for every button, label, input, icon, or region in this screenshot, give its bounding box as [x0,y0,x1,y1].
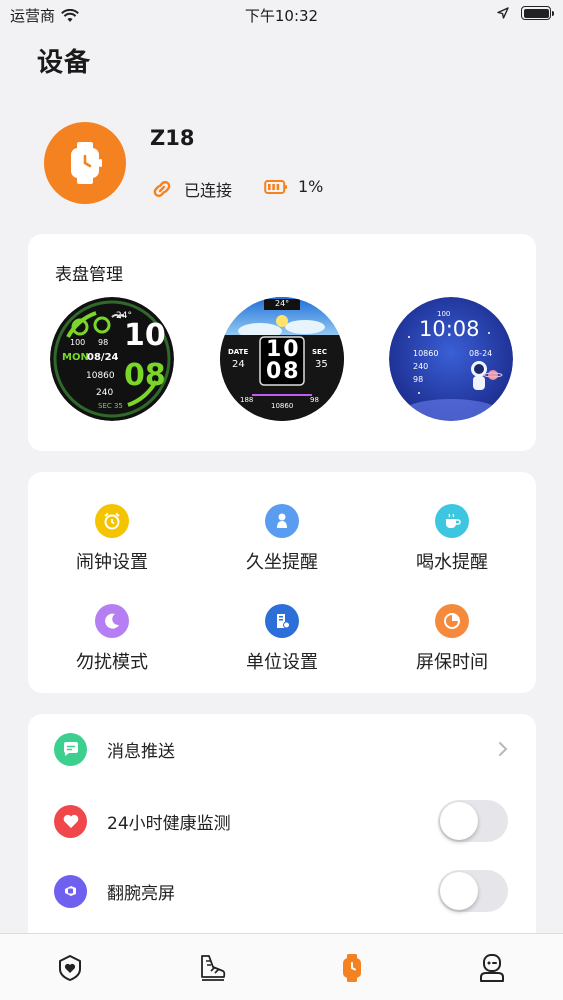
profile-icon [480,954,504,982]
watch-tab-icon [343,954,361,982]
unit-settings-label: 单位设置 [246,652,318,673]
face3-date: 08-24 [469,349,493,358]
do-not-disturb-button[interactable]: 勿扰模式 [42,604,182,674]
wrist-raise-label: 翻腕亮屏 [107,883,175,904]
moon-icon [95,604,129,638]
watch-face-card: 表盘管理 24° 100 98 10 08 MON 08/24 10860 24… [28,234,536,451]
location-arrow-icon [497,7,509,19]
face3-calories: 240 [413,362,429,371]
watch-icon [71,142,102,184]
battery-icon [264,179,287,194]
face2-right-val: 98 [310,396,319,404]
alarm-settings-label: 闹钟设置 [76,552,148,573]
face2-steps: 10860 [271,402,294,410]
face2-left-val: 188 [240,396,254,404]
sedentary-reminder-button[interactable]: 久坐提醒 [212,504,352,574]
screen-timeout-button[interactable]: 屏保时间 [382,604,522,674]
face1-calories: 240 [96,388,114,398]
status-bar: 运营商 下午10:32 [0,0,563,30]
do-not-disturb-label: 勿扰模式 [76,652,148,673]
face3-hr: 98 [413,375,424,384]
face1-date: 08/24 [87,352,119,363]
message-push-row[interactable]: 消息推送 [28,714,536,784]
face3-time: 10:08 [419,317,480,341]
device-avatar[interactable] [44,122,126,204]
face1-day: MON [62,352,89,363]
watch-face-3-art [389,297,513,421]
wrist-raise-row: 翻腕亮屏 [28,856,536,926]
device-name: Z18 [150,126,195,150]
tab-device[interactable] [332,951,372,985]
face1-seconds: SEC 35 [98,402,123,410]
status-battery-icon [521,6,554,20]
message-icon [54,732,87,766]
status-right [497,6,554,20]
face2-sec-label: SEC [312,348,327,356]
health-monitoring-row: 24小时健康监测 [28,786,536,856]
watch-face-1[interactable]: 24° 100 98 10 08 MON 08/24 10860 240 SEC… [50,297,174,421]
face2-sec: 35 [315,359,328,370]
connection-status: 已连接 [150,177,232,201]
face2-minute: 08 [266,359,301,384]
sitting-person-icon [265,504,299,538]
unit-settings-button[interactable]: 单位设置 [212,604,352,674]
face1-steps: 10860 [86,371,115,381]
alarm-settings-button[interactable]: 闹钟设置 [42,504,182,574]
sedentary-reminder-label: 久坐提醒 [246,552,318,573]
face2-hour: 10 [266,337,301,362]
function-grid-card: 闹钟设置 久坐提醒 喝水提醒 勿扰模式 单位设置 屏保时间 [28,472,536,693]
face2-date: 24 [232,359,245,370]
tab-health[interactable] [50,951,90,985]
face1-hr: 98 [98,338,109,347]
pie-timer-icon [435,604,469,638]
heart-icon [54,804,87,838]
watch-face-2[interactable]: 24° 10 08 DATE 24 SEC 35 188 10860 98 [220,297,344,421]
screen-timeout-label: 屏保时间 [416,652,488,673]
drink-reminder-label: 喝水提醒 [416,552,488,573]
health-monitoring-label: 24小时健康监测 [107,813,231,834]
face2-temp: 24° [275,299,290,308]
face1-o2: 100 [70,338,86,347]
wrist-raise-toggle[interactable] [438,870,508,912]
link-icon [153,180,171,198]
heart-shield-icon [59,955,81,981]
connection-label: 已连接 [184,181,233,200]
wrist-icon [54,874,87,908]
alarm-clock-icon [95,504,129,538]
watch-face-3[interactable]: 100 10:08 10860 08-24 240 98 [389,297,513,421]
shoe-icon [201,955,226,981]
watch-face-title: 表盘管理 [55,265,123,285]
page-title: 设备 [37,48,92,78]
coffee-cup-icon [435,504,469,538]
tab-bar [0,933,563,1000]
health-monitoring-toggle[interactable] [438,800,508,842]
drink-reminder-button[interactable]: 喝水提醒 [382,504,522,574]
face1-hour: 10 [124,318,166,353]
unit-building-icon [265,604,299,638]
battery-label: 1% [298,177,324,196]
tab-sport[interactable] [192,951,232,985]
face1-minute: 08 [124,358,166,393]
status-time: 下午10:32 [244,7,319,25]
message-push-label: 消息推送 [107,741,175,762]
tab-mine[interactable] [472,951,512,985]
face3-steps: 10860 [413,349,439,358]
chevron-right-icon [499,742,508,756]
device-battery: 1% [264,177,323,196]
face2-date-label: DATE [228,348,249,356]
